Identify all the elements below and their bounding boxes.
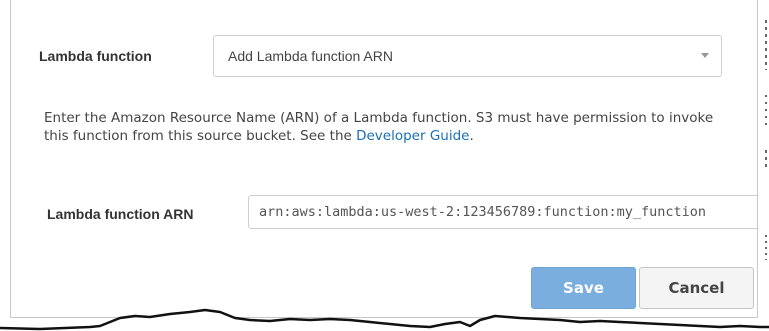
cancel-button-label: Cancel xyxy=(668,279,725,297)
lambda-function-arn-input[interactable] xyxy=(248,195,757,229)
lambda-function-label: Lambda function xyxy=(39,48,152,64)
lambda-help-text: Enter the Amazon Resource Name (ARN) of … xyxy=(44,109,734,145)
lambda-function-select[interactable]: Add Lambda function ARN xyxy=(213,35,722,77)
torn-edge-decoration xyxy=(0,308,769,331)
chevron-down-icon[interactable] xyxy=(701,53,709,58)
developer-guide-link[interactable]: Developer Guide xyxy=(356,128,469,144)
save-button-label: Save xyxy=(563,279,604,297)
lambda-function-arn-label: Lambda function ARN xyxy=(47,206,194,222)
lambda-config-panel: Lambda function Add Lambda function ARN … xyxy=(10,0,758,318)
lambda-function-selected-value: Add Lambda function ARN xyxy=(228,48,393,64)
screenshot-edge-decoration xyxy=(758,0,769,331)
help-text-end: . xyxy=(469,128,474,144)
